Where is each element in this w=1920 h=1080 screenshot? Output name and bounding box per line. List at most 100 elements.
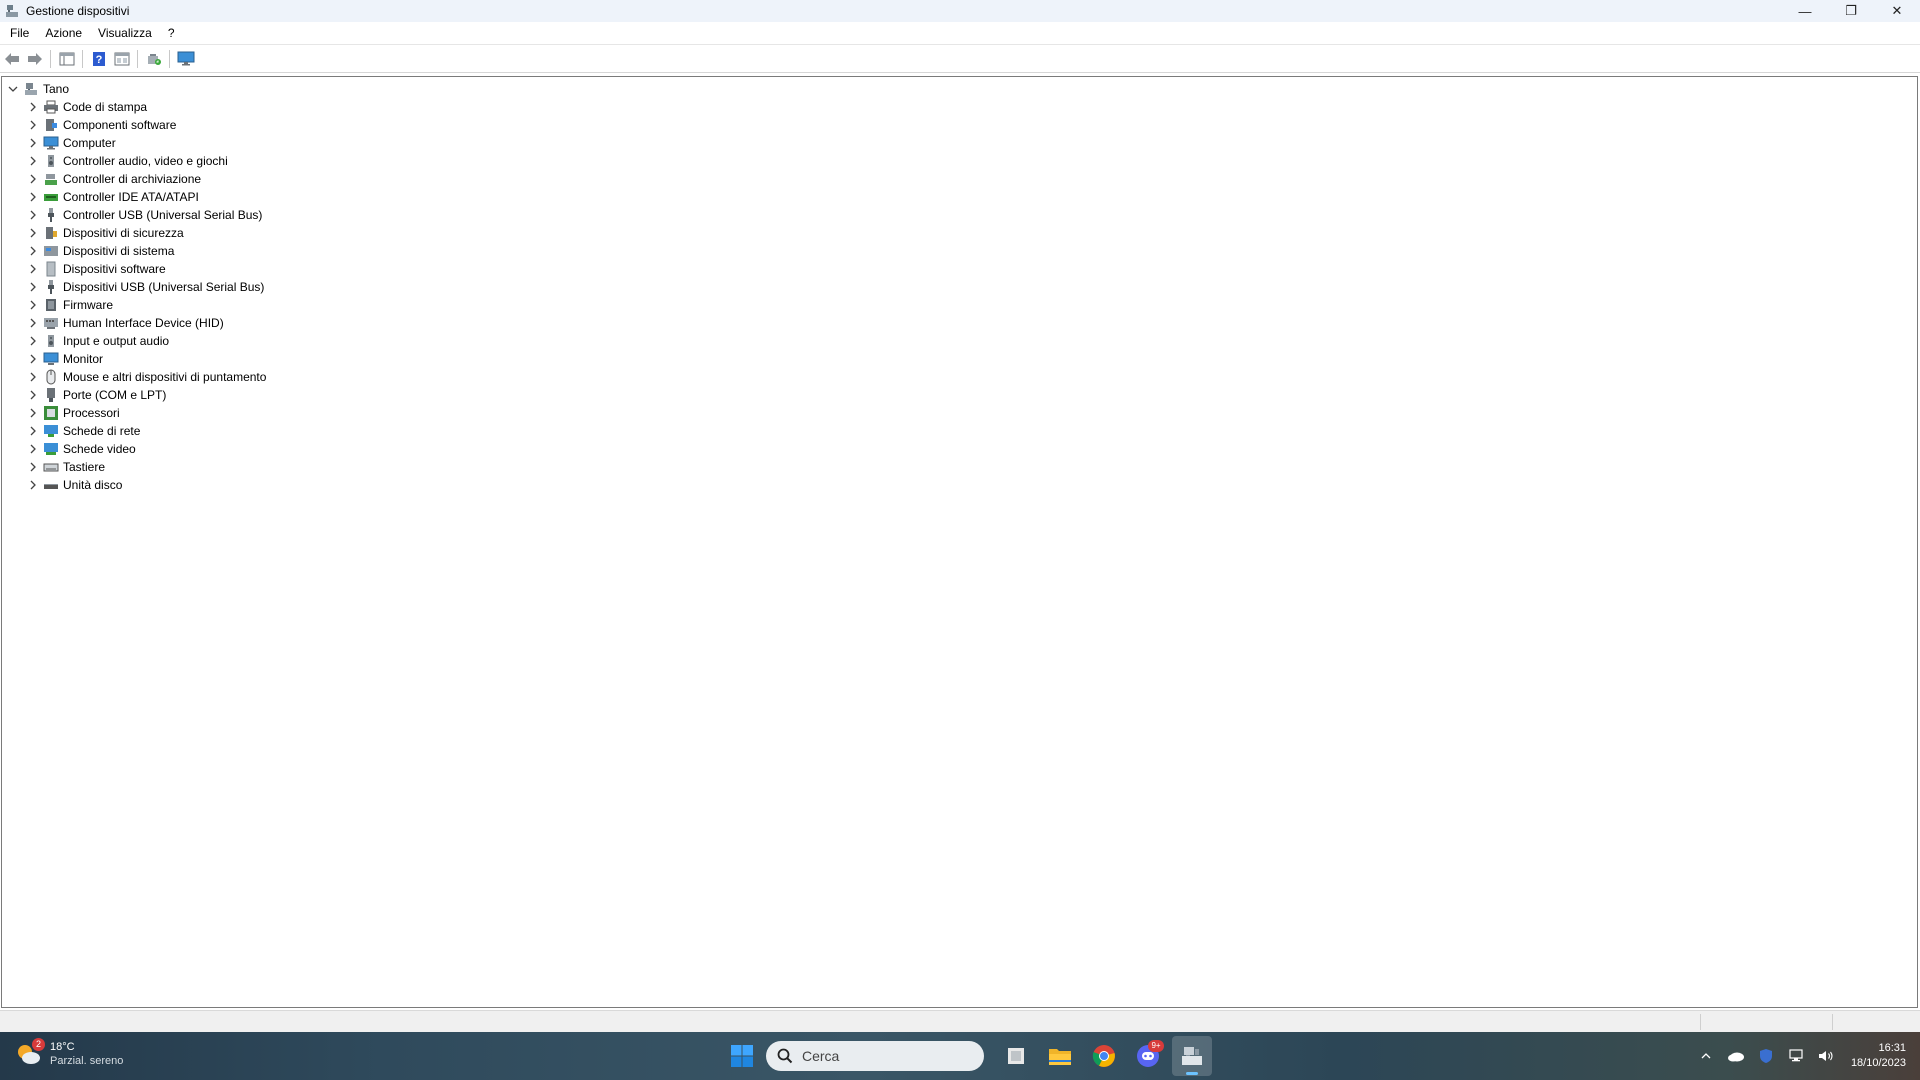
computer-icon	[43, 135, 59, 151]
window-controls: — ❐ ✕	[1782, 0, 1920, 22]
start-button[interactable]	[722, 1036, 762, 1076]
svg-text:?: ?	[96, 54, 103, 66]
scan-hardware-button[interactable]	[143, 48, 165, 70]
tree-category-item[interactable]: Unità disco	[26, 476, 266, 494]
scan-hardware-icon	[148, 53, 161, 65]
clock-date: 18/10/2023	[1850, 1057, 1906, 1069]
network-icon[interactable]	[1781, 1041, 1811, 1071]
monitor-button[interactable]	[175, 48, 197, 70]
computer-root-icon	[23, 81, 39, 97]
chevron-right-icon[interactable]	[26, 460, 40, 474]
chevron-up-icon[interactable]	[1691, 1041, 1721, 1071]
taskbar-app-device-manager[interactable]	[1172, 1036, 1212, 1076]
onedrive-cloud-icon[interactable]	[1721, 1041, 1751, 1071]
tree-category-item[interactable]: Schede video	[26, 440, 266, 458]
search-box[interactable]: Cerca	[766, 1041, 984, 1071]
chevron-right-icon[interactable]	[26, 154, 40, 168]
tree-category-item[interactable]: Input e output audio	[26, 332, 266, 350]
printer-icon	[43, 99, 59, 115]
minimize-button[interactable]: —	[1782, 0, 1828, 22]
chevron-right-icon[interactable]	[26, 100, 40, 114]
chevron-right-icon[interactable]	[26, 334, 40, 348]
folder-icon	[1049, 1049, 1071, 1065]
taskbar-app-discord[interactable]: 9+	[1128, 1036, 1168, 1076]
chevron-right-icon[interactable]	[26, 136, 40, 150]
chevron-right-icon[interactable]	[26, 172, 40, 186]
volume-icon[interactable]	[1811, 1041, 1841, 1071]
chevron-right-icon[interactable]	[26, 442, 40, 456]
chevron-right-icon[interactable]	[26, 262, 40, 276]
back-button[interactable]	[1, 48, 23, 70]
tree-category-item[interactable]: Firmware	[26, 296, 266, 314]
tree-category-item[interactable]: Code di stampa	[26, 98, 266, 116]
chevron-right-icon[interactable]	[26, 190, 40, 204]
security-device-icon	[43, 225, 59, 241]
taskbar-app-task-view[interactable]	[996, 1036, 1036, 1076]
properties-button[interactable]	[111, 48, 133, 70]
close-button[interactable]: ✕	[1874, 0, 1920, 22]
tree-category-item[interactable]: Processori	[26, 404, 266, 422]
tree-item-label: Input e output audio	[63, 334, 170, 348]
tree-category-item[interactable]: Mouse e altri dispositivi di puntamento	[26, 368, 266, 386]
tree-category-item[interactable]: Dispositivi di sistema	[26, 242, 266, 260]
forward-arrow-icon	[28, 52, 42, 65]
clock[interactable]: 16:31 18/10/2023	[1841, 1041, 1920, 1071]
tree-item-label: Dispositivi USB (Universal Serial Bus)	[63, 280, 265, 294]
chevron-right-icon[interactable]	[26, 352, 40, 366]
tree-category-item[interactable]: Schede di rete	[26, 422, 266, 440]
chevron-right-icon[interactable]	[26, 424, 40, 438]
tree-category-item[interactable]: Dispositivi USB (Universal Serial Bus)	[26, 278, 266, 296]
storage-controller-icon	[43, 171, 59, 187]
security-shield-icon[interactable]	[1751, 1041, 1781, 1071]
tree-item-label: Code di stampa	[63, 100, 148, 114]
tree-category-item[interactable]: Controller audio, video e giochi	[26, 152, 266, 170]
menu-help[interactable]: ?	[160, 22, 183, 44]
tree-category-item[interactable]: Monitor	[26, 350, 266, 368]
mouse-icon	[43, 369, 59, 385]
tree-category-item[interactable]: Computer	[26, 134, 266, 152]
tree-category-item[interactable]: Porte (COM e LPT)	[26, 386, 266, 404]
tree-item-label: Porte (COM e LPT)	[63, 388, 167, 402]
chevron-right-icon[interactable]	[26, 478, 40, 492]
tree-category-item[interactable]: Controller di archiviazione	[26, 170, 266, 188]
device-tree[interactable]: Tano Code di stampa Componenti software Co…	[1, 76, 1918, 1008]
tree-category-item[interactable]: Componenti software	[26, 116, 266, 134]
console-tree-button[interactable]	[56, 48, 78, 70]
forward-button[interactable]	[24, 48, 46, 70]
chevron-right-icon[interactable]	[26, 298, 40, 312]
taskbar-app-chrome[interactable]	[1084, 1036, 1124, 1076]
weather-widget[interactable]: 2 18°C Parzial. sereno	[14, 1038, 124, 1068]
toolbar: ?	[0, 45, 1920, 73]
chevron-right-icon[interactable]	[26, 118, 40, 132]
tree-category-item[interactable]: Dispositivi di sicurezza	[26, 224, 266, 242]
tree-category-item[interactable]: Dispositivi software	[26, 260, 266, 278]
tree-item-label: Mouse e altri dispositivi di puntamento	[63, 370, 267, 384]
chevron-right-icon[interactable]	[26, 316, 40, 330]
weather-icon: 2	[14, 1038, 45, 1068]
network-adapter-icon	[43, 423, 59, 439]
chevron-right-icon[interactable]	[26, 388, 40, 402]
help-button[interactable]: ?	[88, 48, 110, 70]
menu-file[interactable]: File	[0, 22, 37, 44]
chevron-right-icon[interactable]	[26, 208, 40, 222]
device-manager-icon	[4, 3, 20, 19]
weather-description: Parzial. sereno	[50, 1055, 124, 1067]
chevron-right-icon[interactable]	[26, 370, 40, 384]
chevron-right-icon[interactable]	[26, 406, 40, 420]
tree-item-label: Controller USB (Universal Serial Bus)	[63, 208, 263, 222]
chevron-right-icon[interactable]	[26, 226, 40, 240]
chevron-right-icon[interactable]	[26, 244, 40, 258]
restore-button[interactable]: ❐	[1828, 0, 1874, 22]
tree-category-item[interactable]: Controller IDE ATA/ATAPI	[26, 188, 266, 206]
tree-category-item[interactable]: Human Interface Device (HID)	[26, 314, 266, 332]
chevron-down-icon[interactable]	[6, 82, 20, 96]
taskbar-app-file-explorer[interactable]	[1040, 1036, 1080, 1076]
menu-visualizza[interactable]: Visualizza	[90, 22, 160, 44]
tree-category-item[interactable]: Tastiere	[26, 458, 266, 476]
tree-category-item[interactable]: Controller USB (Universal Serial Bus)	[26, 206, 266, 224]
speaker-icon	[43, 333, 59, 349]
tree-root-node[interactable]: Tano	[6, 80, 69, 98]
chevron-right-icon[interactable]	[26, 280, 40, 294]
menu-azione[interactable]: Azione	[37, 22, 90, 44]
tree-item-label: Processori	[63, 406, 120, 420]
